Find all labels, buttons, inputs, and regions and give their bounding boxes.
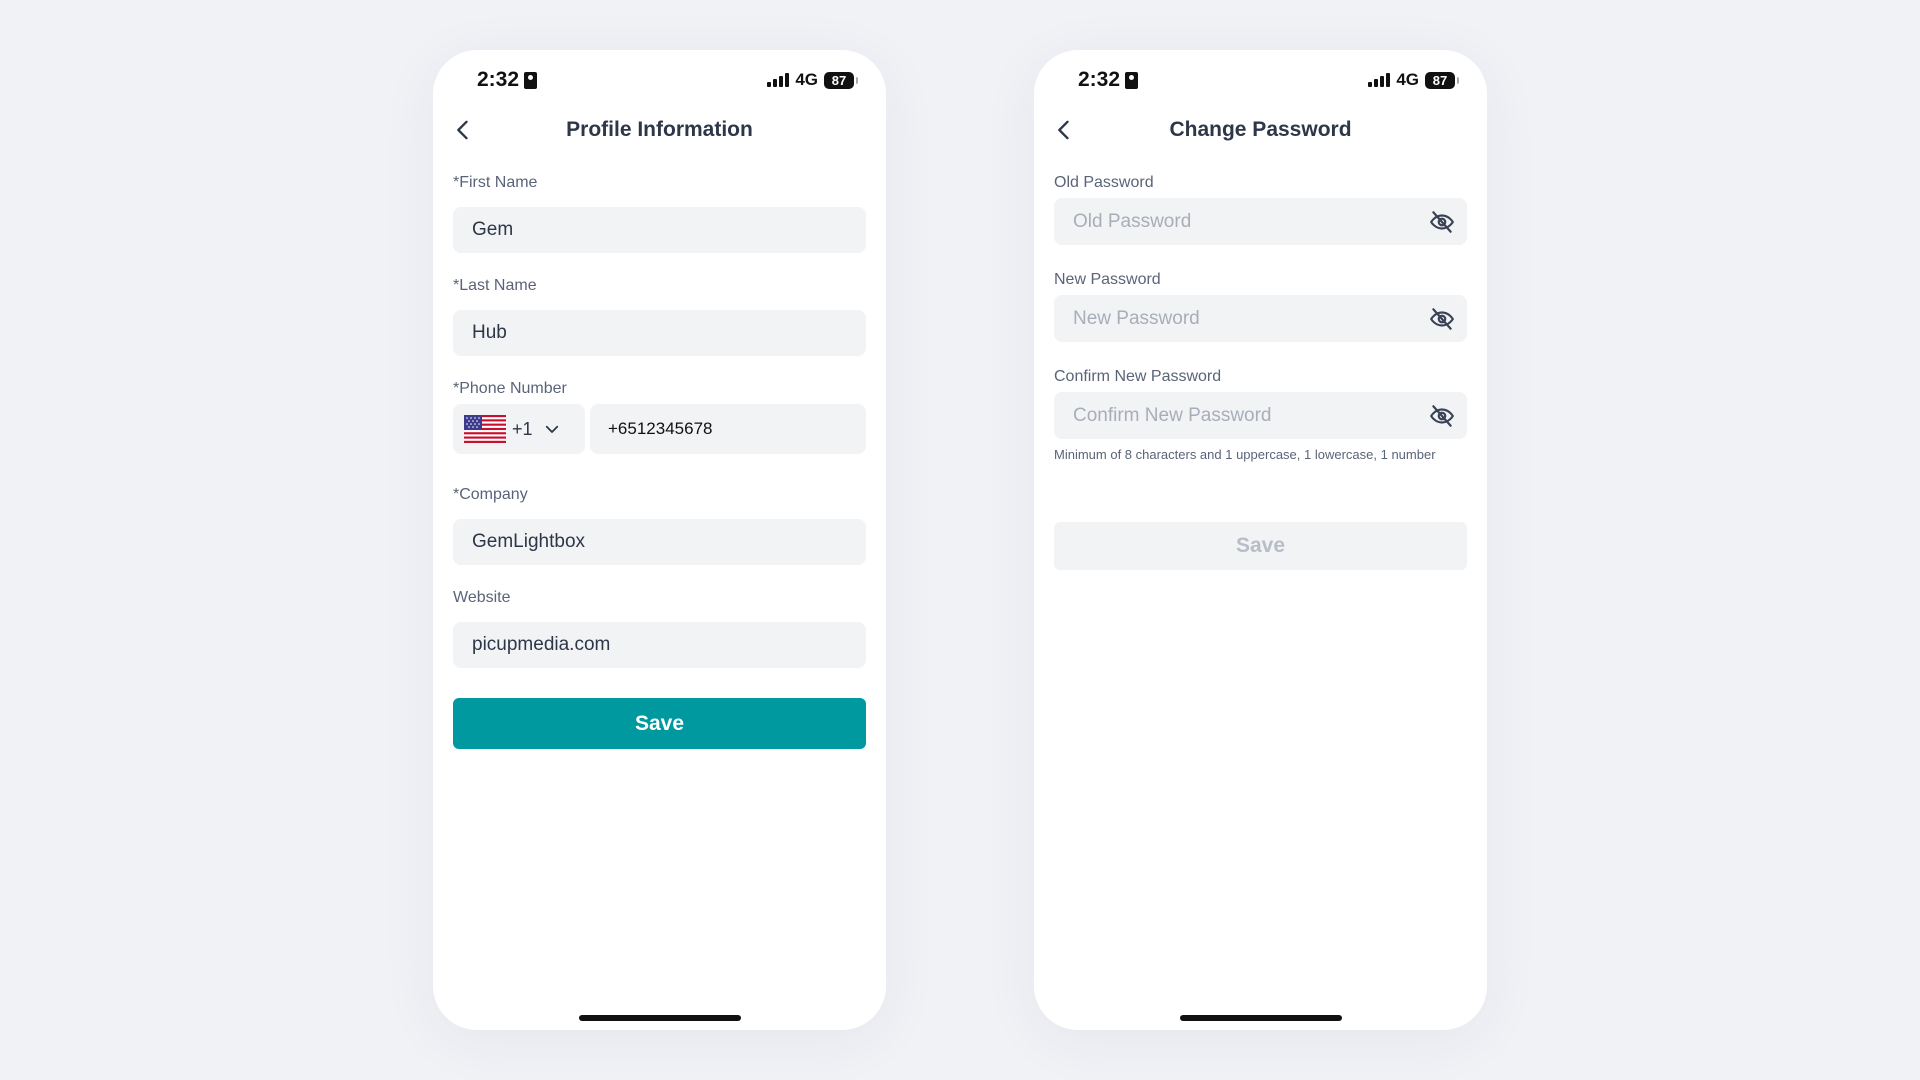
chevron-down-icon: [545, 425, 558, 433]
country-code: +1: [512, 418, 533, 439]
phone-number-label: *Phone Number: [453, 380, 567, 397]
us-flag-icon: [464, 415, 506, 443]
change-password-form: Old Password Old Password New Password N…: [1054, 174, 1467, 570]
old-password-input[interactable]: Old Password: [1054, 198, 1467, 245]
confirm-password-placeholder: Confirm New Password: [1073, 404, 1272, 426]
password-phone-screen: 2:32 4G 87 Change Password Old Password …: [1034, 50, 1487, 1030]
company-label: *Company: [453, 486, 528, 503]
status-time-text: 2:32: [1078, 68, 1121, 91]
back-arrow-icon[interactable]: [449, 116, 477, 144]
status-time: 2:32: [1078, 68, 1139, 92]
phone-number-row: +1 +6512345678: [453, 404, 866, 454]
last-name-input[interactable]: Hub: [453, 310, 866, 356]
save-button-disabled[interactable]: Save: [1054, 522, 1467, 570]
profile-phone-screen: 2:32 4G 87 Profile Information *First Na…: [433, 50, 886, 1030]
password-hint: Minimum of 8 characters and 1 uppercase,…: [1054, 447, 1436, 462]
status-time: 2:32: [477, 68, 538, 92]
confirm-password-label: Confirm New Password: [1054, 368, 1222, 385]
eye-off-icon[interactable]: [1429, 306, 1455, 332]
new-password-input[interactable]: New Password: [1054, 295, 1467, 342]
page-title: Change Password: [1169, 118, 1352, 141]
new-password-placeholder: New Password: [1073, 307, 1200, 329]
battery-icon: 87: [824, 71, 858, 89]
status-time-text: 2:32: [477, 68, 520, 91]
back-arrow-icon[interactable]: [1050, 116, 1078, 144]
home-indicator: [578, 1015, 741, 1021]
old-password-placeholder: Old Password: [1073, 210, 1192, 232]
company-input[interactable]: GemLightbox: [453, 519, 866, 565]
profile-form: *First Name Gem *Last Name Hub *Phone Nu…: [453, 174, 866, 749]
page-title: Profile Information: [566, 118, 753, 141]
nav-header: Profile Information: [433, 114, 886, 146]
nav-header: Change Password: [1034, 114, 1487, 146]
signal-icon: [1368, 73, 1391, 87]
country-code-select[interactable]: +1: [453, 404, 585, 454]
status-bar: 2:32 4G 87: [433, 68, 886, 96]
eye-off-icon[interactable]: [1429, 209, 1455, 235]
lock-icon: [524, 71, 538, 89]
home-indicator: [1179, 1015, 1342, 1021]
first-name-input[interactable]: Gem: [453, 207, 866, 253]
new-password-label: New Password: [1054, 271, 1161, 288]
status-bar: 2:32 4G 87: [1034, 68, 1487, 96]
status-indicators: 4G 87: [1368, 70, 1459, 90]
website-input[interactable]: picupmedia.com: [453, 622, 866, 668]
phone-number-input[interactable]: +6512345678: [590, 404, 866, 454]
network-label: 4G: [1396, 70, 1419, 89]
lock-icon: [1125, 71, 1139, 89]
signal-icon: [767, 73, 790, 87]
confirm-password-input[interactable]: Confirm New Password: [1054, 392, 1467, 439]
first-name-label: *First Name: [453, 174, 538, 191]
network-label: 4G: [795, 70, 818, 89]
old-password-label: Old Password: [1054, 174, 1154, 191]
eye-off-icon[interactable]: [1429, 403, 1455, 429]
website-label: Website: [453, 589, 511, 606]
last-name-label: *Last Name: [453, 277, 537, 294]
status-indicators: 4G 87: [767, 70, 858, 90]
battery-icon: 87: [1425, 71, 1459, 89]
save-button[interactable]: Save: [453, 698, 866, 749]
